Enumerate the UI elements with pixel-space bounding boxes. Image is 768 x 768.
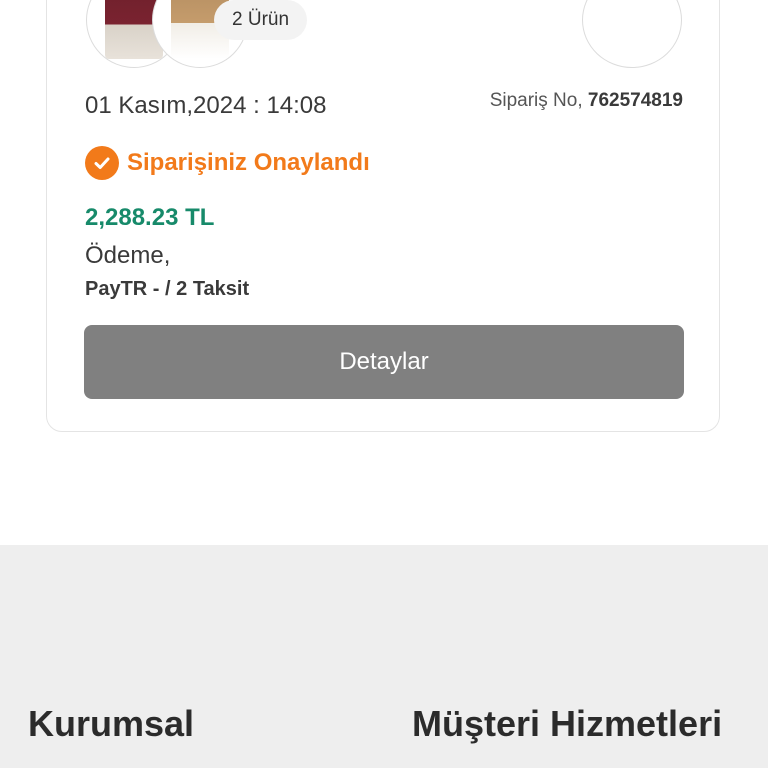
order-number-value: 762574819 <box>587 90 683 111</box>
items-count-badge: 2 Ürün <box>214 0 308 40</box>
order-number-label: Sipariş No, <box>489 90 588 111</box>
footer-heading-corporate[interactable]: Kurumsal <box>28 703 194 745</box>
footer: Kurumsal Müşteri Hizmetleri <box>0 545 768 768</box>
payment-method: PayTR - / 2 Taksit <box>85 278 250 300</box>
payment-label: Ödeme, <box>85 242 171 269</box>
order-total: 2,288.23 TL <box>85 204 215 231</box>
order-number: Sipariş No, 762574819 <box>490 90 683 112</box>
order-history-page: 2 Ürün 01 Kasım,2024 : 14:08 Sipariş No,… <box>0 0 768 768</box>
footer-heading-customer-service[interactable]: Müşteri Hizmetleri <box>412 703 722 745</box>
order-status: Siparişiniz Onaylandı <box>85 146 370 180</box>
order-date: 01 Kasım,2024 : 14:08 <box>85 92 327 119</box>
order-status-text: Siparişiniz Onaylandı <box>127 149 370 176</box>
details-button[interactable]: Detaylar <box>84 325 684 399</box>
check-circle-icon <box>85 146 119 180</box>
